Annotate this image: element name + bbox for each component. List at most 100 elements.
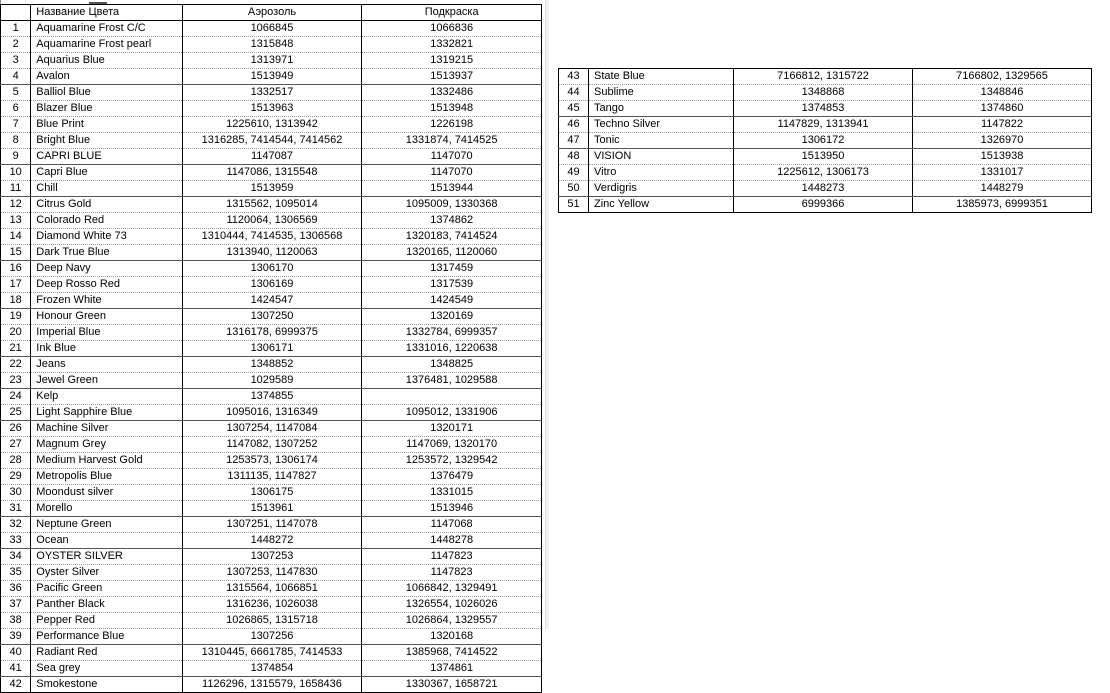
column-header-touchup[interactable]: Подкраска: [361, 4, 542, 21]
cell-touchup-code[interactable]: 1374862: [361, 212, 542, 229]
cell-touchup-code[interactable]: 1513937: [361, 68, 542, 85]
cell-touchup-code[interactable]: 1331874, 7414525: [361, 132, 542, 149]
cell-touchup-code[interactable]: 7166802, 1329565: [912, 68, 1092, 85]
cell-row-number[interactable]: 36: [0, 580, 32, 597]
cell-row-number[interactable]: 34: [0, 548, 32, 565]
cell-touchup-code[interactable]: 1320171: [361, 420, 542, 437]
cell-touchup-code[interactable]: 1448278: [361, 532, 542, 549]
column-header-row-number[interactable]: [0, 4, 32, 21]
cell-touchup-code[interactable]: 1513946: [361, 500, 542, 517]
cell-aerosol-code[interactable]: 1332517: [181, 84, 363, 101]
cell-aerosol-code[interactable]: 1126296, 1315579, 1658436: [181, 676, 363, 693]
table-row[interactable]: 8 Bright Blue 1316285, 7414544, 7414562 133…: [0, 132, 542, 149]
cell-row-number[interactable]: 46: [558, 116, 589, 133]
cell-row-number[interactable]: 4: [0, 68, 32, 85]
cell-color-name[interactable]: Jewel Green: [30, 372, 183, 389]
table-row[interactable]: 27 Magnum Grey 1147082, 1307252 1147069, 13…: [0, 436, 542, 453]
cell-row-number[interactable]: 15: [0, 244, 32, 261]
cell-row-number[interactable]: 13: [0, 212, 32, 229]
cell-touchup-code[interactable]: 1448279: [912, 180, 1092, 197]
cell-color-name[interactable]: Honour Green: [30, 308, 183, 325]
cell-row-number[interactable]: 51: [558, 196, 589, 213]
cell-touchup-code[interactable]: 1348846: [912, 84, 1092, 101]
table-row[interactable]: 44 Sublime 1348868 1348846: [558, 84, 1092, 101]
table-row[interactable]: 31 Morello 1513961 1513946: [0, 500, 542, 517]
cell-touchup-code[interactable]: 1147070: [361, 148, 542, 165]
cell-row-number[interactable]: 20: [0, 324, 32, 341]
cell-color-name[interactable]: Diamond White 73: [30, 228, 183, 245]
cell-aerosol-code[interactable]: 1424547: [181, 292, 363, 309]
cell-color-name[interactable]: Bright Blue: [30, 132, 183, 149]
table-row[interactable]: 26 Machine Silver 1307254, 1147084 1320171: [0, 420, 542, 437]
table-row[interactable]: 17 Deep Rosso Red 1306169 1317539: [0, 276, 542, 293]
cell-color-name[interactable]: Verdigris: [588, 180, 734, 197]
table-row[interactable]: 46 Techno Silver 1147829, 1313941 1147822: [558, 116, 1092, 133]
cell-touchup-code[interactable]: 1320169: [361, 308, 542, 325]
table-row[interactable]: 38 Pepper Red 1026865, 1315718 1026864, 132…: [0, 612, 542, 629]
cell-color-name[interactable]: Morello: [30, 500, 183, 517]
cell-color-name[interactable]: Chill: [30, 180, 183, 197]
cell-touchup-code[interactable]: 1026864, 1329557: [361, 612, 542, 629]
cell-aerosol-code[interactable]: 1120064, 1306569: [181, 212, 363, 229]
table-row[interactable]: 36 Pacific Green 1315564, 1066851 1066842, …: [0, 580, 542, 597]
cell-touchup-code[interactable]: 1147822: [912, 116, 1092, 133]
table-row[interactable]: 9 CAPRI BLUE 1147087 1147070: [0, 148, 542, 165]
cell-touchup-code[interactable]: [361, 388, 542, 405]
table-row[interactable]: 6 Blazer Blue 1513963 1513948: [0, 100, 542, 117]
cell-touchup-code[interactable]: 1147070: [361, 164, 542, 181]
cell-aerosol-code[interactable]: 1307253, 1147830: [181, 564, 363, 581]
cell-touchup-code[interactable]: 1147068: [361, 516, 542, 533]
cell-color-name[interactable]: Aquamarine Frost pearl: [30, 36, 183, 53]
table-row[interactable]: 30 Moondust silver 1306175 1331015: [0, 484, 542, 501]
cell-touchup-code[interactable]: 1147823: [361, 548, 542, 565]
cell-color-name[interactable]: Ocean: [30, 532, 183, 549]
cell-aerosol-code[interactable]: 1374854: [181, 660, 363, 677]
table-row[interactable]: 40 Radiant Red 1310445, 6661785, 7414533 13…: [0, 644, 542, 661]
cell-color-name[interactable]: Oyster Silver: [30, 564, 183, 581]
cell-row-number[interactable]: 12: [0, 196, 32, 213]
table-row[interactable]: 7 Blue Print 1225610, 1313942 1226198: [0, 116, 542, 133]
table-row[interactable]: 49 Vitro 1225612, 1306173 1331017: [558, 164, 1092, 181]
cell-color-name[interactable]: Dark True Blue: [30, 244, 183, 261]
cell-color-name[interactable]: Pepper Red: [30, 612, 183, 629]
cell-row-number[interactable]: 48: [558, 148, 589, 165]
cell-aerosol-code[interactable]: 1253573, 1306174: [181, 452, 363, 469]
cell-touchup-code[interactable]: 1332784, 6999357: [361, 324, 542, 341]
cell-touchup-code[interactable]: 1376479: [361, 468, 542, 485]
cell-row-number[interactable]: 49: [558, 164, 589, 181]
cell-row-number[interactable]: 29: [0, 468, 32, 485]
cell-row-number[interactable]: 17: [0, 276, 32, 293]
cell-row-number[interactable]: 50: [558, 180, 589, 197]
cell-row-number[interactable]: 23: [0, 372, 32, 389]
cell-color-name[interactable]: Machine Silver: [30, 420, 183, 437]
cell-aerosol-code[interactable]: 1307250: [181, 308, 363, 325]
cell-color-name[interactable]: Techno Silver: [588, 116, 734, 133]
cell-color-name[interactable]: Citrus Gold: [30, 196, 183, 213]
cell-color-name[interactable]: Zinc Yellow: [588, 196, 734, 213]
cell-row-number[interactable]: 22: [0, 356, 32, 373]
table-row[interactable]: 35 Oyster Silver 1307253, 1147830 1147823: [0, 564, 542, 581]
cell-color-name[interactable]: Radiant Red: [30, 644, 183, 661]
cell-color-name[interactable]: Tango: [588, 100, 734, 117]
cell-row-number[interactable]: 37: [0, 596, 32, 613]
cell-touchup-code[interactable]: 1066842, 1329491: [361, 580, 542, 597]
cell-color-name[interactable]: Aquamarine Frost C/C: [30, 20, 183, 37]
cell-aerosol-code[interactable]: 1316285, 7414544, 7414562: [181, 132, 363, 149]
cell-row-number[interactable]: 33: [0, 532, 32, 549]
table-row[interactable]: 50 Verdigris 1448273 1448279: [558, 180, 1092, 197]
table-row[interactable]: 19 Honour Green 1307250 1320169: [0, 308, 542, 325]
cell-touchup-code[interactable]: 1332821: [361, 36, 542, 53]
cell-touchup-code[interactable]: 1147069, 1320170: [361, 436, 542, 453]
cell-aerosol-code[interactable]: 1307256: [181, 628, 363, 645]
table-row[interactable]: 28 Medium Harvest Gold 1253573, 1306174 125…: [0, 452, 542, 469]
cell-color-name[interactable]: Kelp: [30, 388, 183, 405]
cell-aerosol-code[interactable]: 1513963: [181, 100, 363, 117]
cell-color-name[interactable]: Aquarius Blue: [30, 52, 183, 69]
table-row[interactable]: 45 Tango 1374853 1374860: [558, 100, 1092, 117]
cell-color-name[interactable]: CAPRI BLUE: [30, 148, 183, 165]
cell-row-number[interactable]: 30: [0, 484, 32, 501]
cell-aerosol-code[interactable]: 1315564, 1066851: [181, 580, 363, 597]
cell-touchup-code[interactable]: 1331015: [361, 484, 542, 501]
cell-aerosol-code[interactable]: 1310445, 6661785, 7414533: [181, 644, 363, 661]
cell-aerosol-code[interactable]: 1095016, 1316349: [181, 404, 363, 421]
